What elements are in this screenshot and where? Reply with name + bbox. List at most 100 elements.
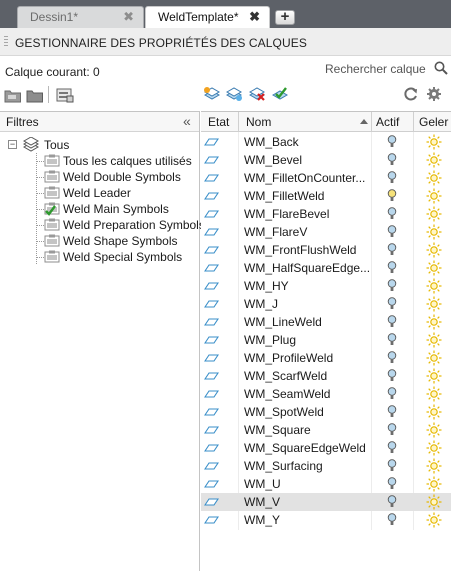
lightbulb-icon[interactable] <box>387 207 397 221</box>
lightbulb-icon[interactable] <box>387 351 397 365</box>
layer-row[interactable]: WM_ScarfWeld <box>201 367 451 385</box>
column-header-etat[interactable]: Etat <box>208 115 229 129</box>
layer-row[interactable]: WM_Back <box>201 133 451 151</box>
search-layer-input[interactable]: Rechercher calque <box>325 62 426 76</box>
magnifier-icon[interactable] <box>433 59 449 77</box>
new-layer-icon[interactable] <box>203 86 221 102</box>
lightbulb-icon[interactable] <box>387 261 397 275</box>
layer-row[interactable]: WM_FilletOnCounter... <box>201 169 451 187</box>
layer-row[interactable]: WM_Square <box>201 421 451 439</box>
layer-row[interactable]: WM_ProfileWeld <box>201 349 451 367</box>
column-header-actif[interactable]: Actif <box>376 115 399 129</box>
tab-weldtemplate[interactable]: WeldTemplate* ✖ <box>145 6 270 28</box>
settings-icon[interactable] <box>425 86 443 102</box>
sun-icon[interactable] <box>426 152 442 168</box>
sun-icon[interactable] <box>426 494 442 510</box>
sun-icon[interactable] <box>426 242 442 258</box>
lightbulb-icon[interactable] <box>387 297 397 311</box>
layer-status-icon <box>204 156 219 164</box>
layer-row[interactable]: WM_Plug <box>201 331 451 349</box>
layer-name: WM_FlareBevel <box>244 207 330 221</box>
sun-icon[interactable] <box>426 296 442 312</box>
drag-grip-icon[interactable] <box>4 36 8 48</box>
sun-icon[interactable] <box>426 476 442 492</box>
sun-icon[interactable] <box>426 422 442 438</box>
layer-list-header: Etat Nom Actif Geler <box>201 112 451 132</box>
layer-row[interactable]: WM_FilletWeld <box>201 187 451 205</box>
layer-row[interactable]: WM_Surfacing <box>201 457 451 475</box>
lightbulb-icon[interactable] <box>387 243 397 257</box>
filter-icon <box>44 218 60 231</box>
tree-guide <box>36 241 44 242</box>
layer-name: WM_Y <box>244 513 280 527</box>
lightbulb-icon[interactable] <box>387 189 397 203</box>
layer-name: WM_FilletWeld <box>244 189 325 203</box>
lightbulb-icon[interactable] <box>387 477 397 491</box>
layer-row[interactable]: WM_V <box>201 493 451 511</box>
layer-row[interactable]: WM_Y <box>201 511 451 529</box>
close-tab-icon[interactable]: ✖ <box>249 7 260 27</box>
layer-status-icon <box>204 354 219 362</box>
layer-row[interactable]: WM_FrontFlushWeld <box>201 241 451 259</box>
new-property-filter-icon[interactable] <box>4 87 22 103</box>
lightbulb-icon[interactable] <box>387 333 397 347</box>
close-tab-icon[interactable]: ✖ <box>123 7 134 27</box>
new-group-filter-icon[interactable] <box>26 87 44 103</box>
new-layer-vp-frozen-icon[interactable] <box>225 86 243 102</box>
layer-row[interactable]: WM_FlareBevel <box>201 205 451 223</box>
filter-root-all[interactable]: Tous <box>44 138 69 152</box>
sun-icon[interactable] <box>426 314 442 330</box>
column-header-geler[interactable]: Geler <box>419 115 448 129</box>
layer-row[interactable]: WM_LineWeld <box>201 313 451 331</box>
collapse-panel-icon[interactable]: « <box>183 113 191 129</box>
lightbulb-icon[interactable] <box>387 279 397 293</box>
layer-row[interactable]: WM_Bevel <box>201 151 451 169</box>
sun-icon[interactable] <box>426 458 442 474</box>
sun-icon[interactable] <box>426 368 442 384</box>
lightbulb-icon[interactable] <box>387 153 397 167</box>
lightbulb-icon[interactable] <box>387 135 397 149</box>
lightbulb-icon[interactable] <box>387 369 397 383</box>
set-current-icon[interactable] <box>271 86 289 102</box>
sun-icon[interactable] <box>426 386 442 402</box>
lightbulb-icon[interactable] <box>387 513 397 527</box>
lightbulb-icon[interactable] <box>387 423 397 437</box>
lightbulb-icon[interactable] <box>387 495 397 509</box>
layer-row[interactable]: WM_HY <box>201 277 451 295</box>
sun-icon[interactable] <box>426 260 442 276</box>
sun-icon[interactable] <box>426 224 442 240</box>
layer-name: WM_SpotWeld <box>244 405 324 419</box>
tab-label: WeldTemplate* <box>158 10 239 24</box>
new-tab-button[interactable]: + <box>275 9 295 25</box>
lightbulb-icon[interactable] <box>387 405 397 419</box>
delete-layer-icon[interactable] <box>248 86 266 102</box>
tree-collapse-toggle[interactable]: − <box>8 140 17 149</box>
lightbulb-icon[interactable] <box>387 441 397 455</box>
layer-row[interactable]: WM_SpotWeld <box>201 403 451 421</box>
layer-row[interactable]: WM_FlareV <box>201 223 451 241</box>
sun-icon[interactable] <box>426 206 442 222</box>
column-header-nom[interactable]: Nom <box>246 115 271 129</box>
sun-icon[interactable] <box>426 440 442 456</box>
sun-icon[interactable] <box>426 350 442 366</box>
layer-row[interactable]: WM_HalfSquareEdge... <box>201 259 451 277</box>
layer-row[interactable]: WM_SquareEdgeWeld <box>201 439 451 457</box>
tab-dessin1[interactable]: Dessin1* ✖ <box>17 6 144 28</box>
sun-icon[interactable] <box>426 332 442 348</box>
sun-icon[interactable] <box>426 188 442 204</box>
lightbulb-icon[interactable] <box>387 315 397 329</box>
sun-icon[interactable] <box>426 170 442 186</box>
layer-row[interactable]: WM_SeamWeld <box>201 385 451 403</box>
sun-icon[interactable] <box>426 512 442 528</box>
lightbulb-icon[interactable] <box>387 387 397 401</box>
lightbulb-icon[interactable] <box>387 171 397 185</box>
layer-row[interactable]: WM_U <box>201 475 451 493</box>
sun-icon[interactable] <box>426 134 442 150</box>
lightbulb-icon[interactable] <box>387 459 397 473</box>
sun-icon[interactable] <box>426 404 442 420</box>
layer-row[interactable]: WM_J <box>201 295 451 313</box>
layer-states-manager-icon[interactable] <box>56 87 74 103</box>
sun-icon[interactable] <box>426 278 442 294</box>
lightbulb-icon[interactable] <box>387 225 397 239</box>
refresh-icon[interactable] <box>402 86 420 102</box>
